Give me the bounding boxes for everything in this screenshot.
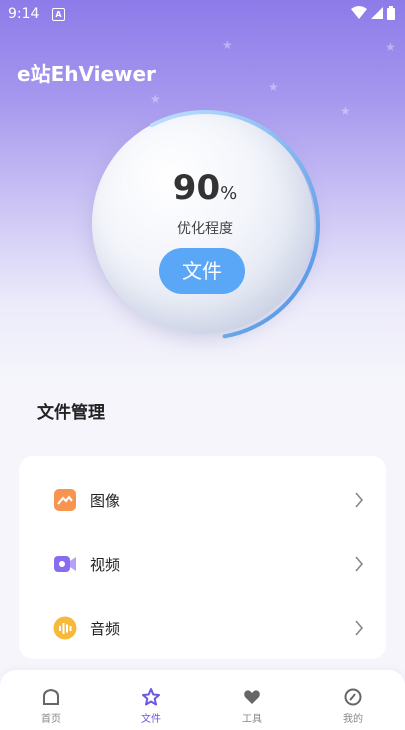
tab-tools[interactable]: 工具 bbox=[222, 688, 282, 725]
audio-icon bbox=[53, 616, 77, 640]
status-bar: 9:14 A bbox=[0, 0, 405, 30]
home-icon bbox=[43, 688, 59, 705]
chevron-right-icon bbox=[355, 556, 364, 572]
file-item-label: 音频 bbox=[90, 619, 121, 638]
decor-star-icon: ★ bbox=[385, 40, 396, 54]
battery-icon bbox=[387, 6, 395, 20]
bottom-tab-bar: 首页 文件 工具 我的 bbox=[0, 670, 405, 730]
file-item-label: 视频 bbox=[90, 555, 121, 574]
signal-icon bbox=[371, 7, 383, 19]
optimization-gauge: 90% 优化程度 文件 bbox=[88, 108, 322, 342]
tab-files[interactable]: 文件 bbox=[121, 688, 181, 725]
leaf-icon bbox=[344, 688, 362, 706]
tab-label: 工具 bbox=[242, 714, 262, 725]
video-icon bbox=[54, 556, 76, 572]
file-item-image[interactable]: 图像 bbox=[19, 468, 386, 532]
star-icon bbox=[142, 688, 160, 706]
tab-profile[interactable]: 我的 bbox=[323, 688, 383, 725]
tab-label: 文件 bbox=[141, 714, 161, 725]
tab-home[interactable]: 首页 bbox=[21, 688, 81, 725]
gauge-number: 90 bbox=[172, 168, 221, 208]
file-button[interactable]: 文件 bbox=[159, 248, 245, 294]
gauge-label: 优化程度 bbox=[177, 221, 233, 237]
decor-star-icon: ★ bbox=[268, 80, 279, 94]
chevron-right-icon bbox=[355, 620, 364, 636]
heart-icon bbox=[244, 690, 260, 704]
chevron-right-icon bbox=[355, 492, 364, 508]
section-title: 文件管理 bbox=[37, 403, 105, 423]
gauge-value: 90% bbox=[88, 168, 322, 208]
image-icon bbox=[54, 489, 76, 511]
decor-star-icon: ★ bbox=[150, 92, 161, 106]
notification-a-icon: A bbox=[52, 8, 65, 21]
wifi-icon bbox=[351, 6, 367, 19]
decor-star-icon: ★ bbox=[340, 104, 351, 118]
tab-label: 首页 bbox=[41, 714, 61, 725]
file-item-video[interactable]: 视频 bbox=[19, 532, 386, 596]
system-icons bbox=[351, 6, 395, 20]
file-item-audio[interactable]: 音频 bbox=[19, 596, 386, 660]
decor-star-icon: ★ bbox=[222, 38, 233, 52]
status-time: 9:14 bbox=[8, 6, 40, 22]
app-title: e站EhViewer bbox=[17, 62, 156, 86]
gauge-unit: % bbox=[220, 183, 238, 204]
tab-label: 我的 bbox=[343, 714, 363, 725]
file-item-label: 图像 bbox=[90, 491, 121, 510]
file-management-card: 图像 视频 音频 bbox=[19, 456, 386, 659]
